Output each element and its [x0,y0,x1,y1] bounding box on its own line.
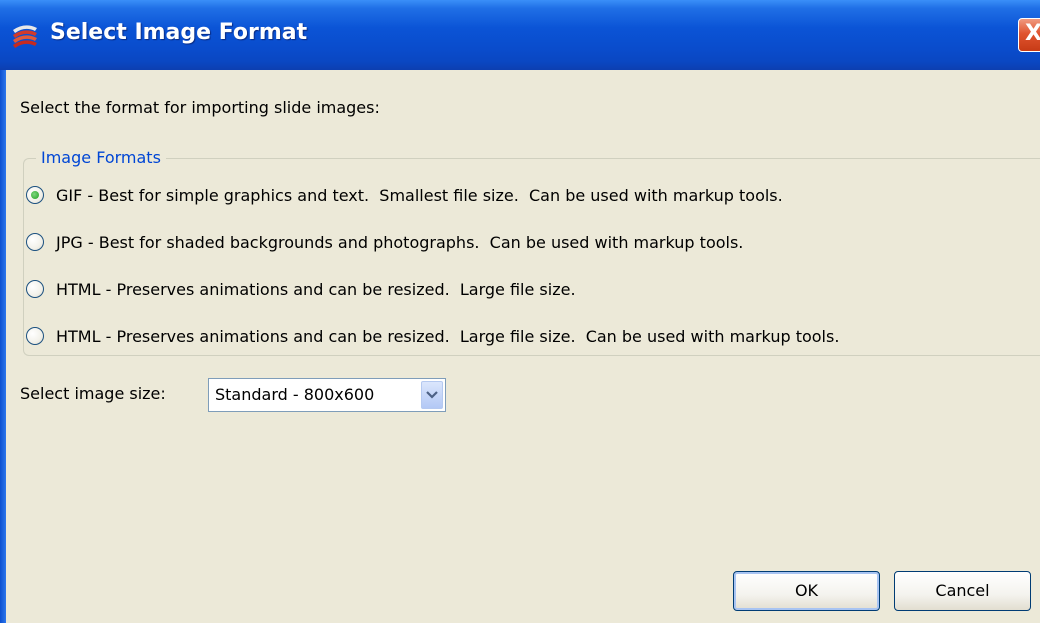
group-legend: Image Formats [36,148,166,167]
image-size-value: Standard - 800x600 [215,385,375,404]
title-bar[interactable]: Select Image Format X [0,0,1040,71]
dropdown-button[interactable] [421,381,443,409]
radio-button[interactable] [26,233,44,251]
format-option-label: HTML - Preserves animations and can be r… [56,326,840,346]
ok-button[interactable]: OK [733,571,880,611]
cancel-button[interactable]: Cancel [894,571,1031,611]
radio-button[interactable] [26,280,44,298]
image-size-select[interactable]: Standard - 800x600 [208,378,446,412]
format-option-html-markup[interactable]: HTML - Preserves animations and can be r… [26,323,839,349]
close-icon: X [1025,21,1040,46]
format-option-jpg[interactable]: JPG - Best for shaded backgrounds and ph… [26,229,743,255]
radio-button-checked[interactable] [26,186,44,204]
app-logo-icon [13,25,37,48]
instruction-text: Select the format for importing slide im… [20,98,380,117]
window-title: Select Image Format [50,20,308,45]
radio-button[interactable] [26,327,44,345]
format-option-html[interactable]: HTML - Preserves animations and can be r… [26,276,576,302]
format-option-label: JPG - Best for shaded backgrounds and ph… [56,232,744,252]
format-option-label: GIF - Best for simple graphics and text.… [56,185,783,205]
image-size-label: Select image size: [20,384,166,403]
format-option-label: HTML - Preserves animations and can be r… [56,279,576,299]
format-option-gif[interactable]: GIF - Best for simple graphics and text.… [26,182,783,208]
close-button[interactable]: X [1018,18,1040,52]
chevron-down-icon [426,391,438,399]
